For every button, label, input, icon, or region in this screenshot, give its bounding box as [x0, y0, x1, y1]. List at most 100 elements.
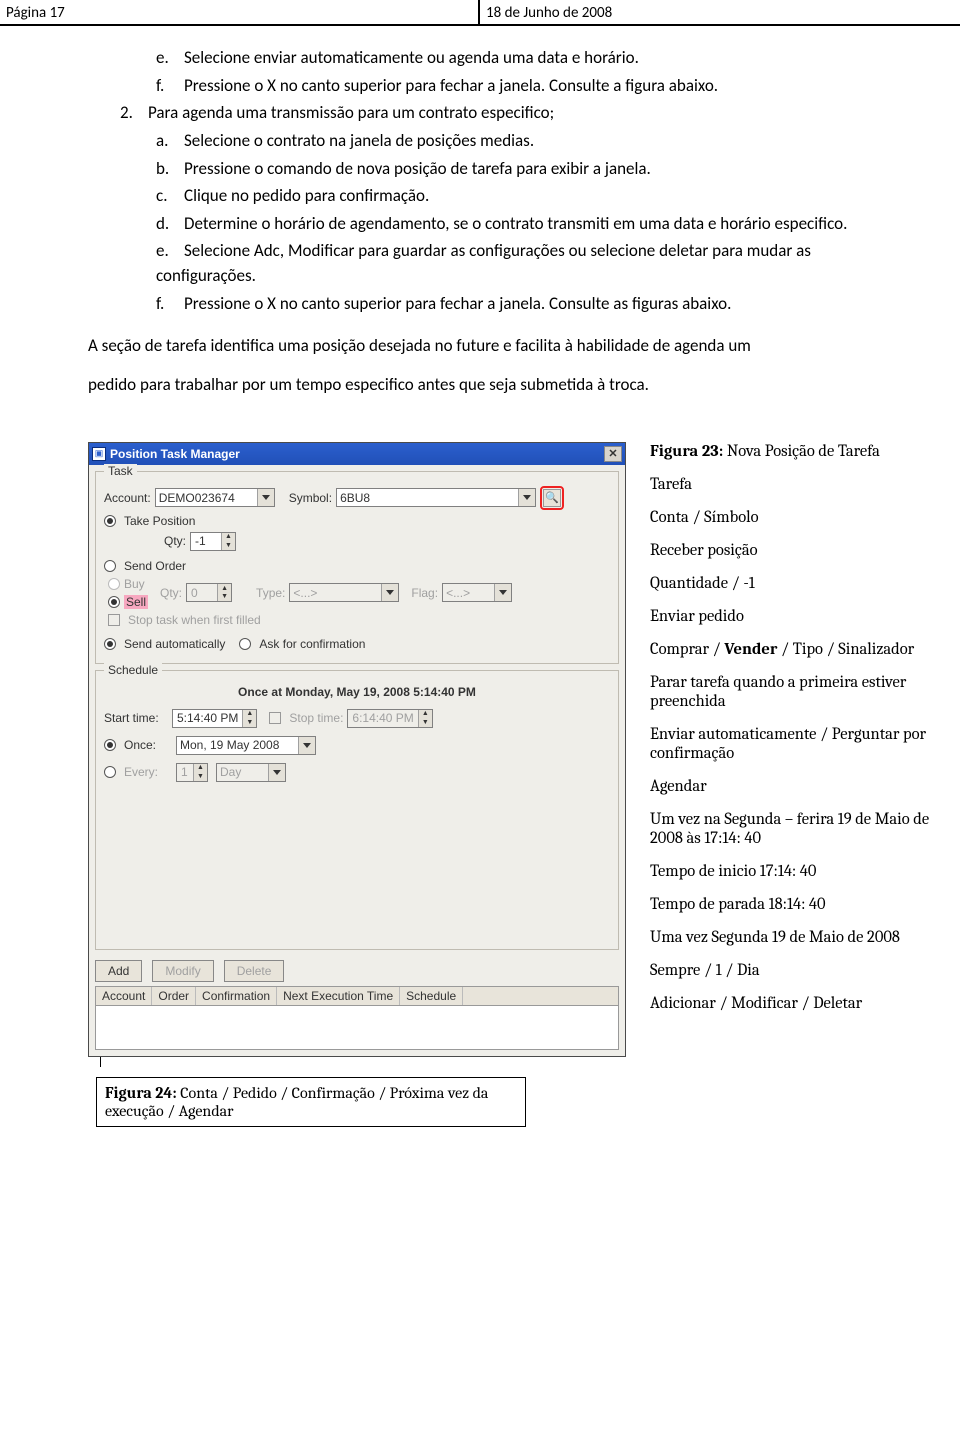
every-radio[interactable]	[104, 766, 116, 778]
list-item: c.Clique no pedido para confirmação.	[156, 184, 872, 209]
send-order-label: Send Order	[124, 559, 186, 573]
account-value: DEMO023674	[159, 491, 235, 505]
delete-button[interactable]: Delete	[224, 960, 285, 982]
start-time-value: 5:14:40 PM	[173, 710, 242, 727]
type-value: <...>	[293, 586, 317, 600]
list-item: f.Pressione o X no canto superior para f…	[156, 292, 872, 317]
once-label: Once:	[124, 738, 172, 752]
start-time-stepper[interactable]: 5:14:40 PM▲▼	[172, 709, 257, 728]
fig23-label: Figura 23:	[650, 442, 723, 461]
titlebar[interactable]: ▣ Position Task Manager ✕	[89, 443, 625, 465]
col-account[interactable]: Account	[96, 987, 152, 1005]
list-text: Selecione Adc, Modificar para guardar as…	[156, 240, 811, 286]
legend-item: Um vez na Segunda – ferira 19 de Maio de…	[650, 810, 940, 848]
list-text: Pressione o X no canto superior para fec…	[184, 293, 731, 314]
legend-item: Sempre / 1 / Dia	[650, 961, 940, 980]
figure-24-caption: Figura 24: Conta / Pedido / Confirmação …	[96, 1077, 526, 1127]
window-title: Position Task Manager	[110, 447, 604, 461]
once-value: Mon, 19 May 2008	[180, 738, 279, 752]
grid-body[interactable]	[95, 1006, 619, 1050]
col-order[interactable]: Order	[152, 987, 196, 1005]
legend-item: Enviar pedido	[650, 607, 940, 626]
qty2-value: 0	[187, 584, 217, 601]
once-radio[interactable]	[104, 739, 116, 751]
flag-combo[interactable]: <...>	[442, 583, 512, 602]
send-auto-radio[interactable]	[104, 638, 116, 650]
ask-conf-radio[interactable]	[239, 638, 251, 650]
every-unit-value: Day	[220, 765, 241, 779]
col-confirmation[interactable]: Confirmation	[196, 987, 277, 1005]
search-icon[interactable]: 🔍	[543, 489, 561, 507]
qty2-label: Qty:	[160, 586, 182, 600]
list-item: b.Pressione o comando de nova posição de…	[156, 157, 872, 182]
list-text: Para agenda uma transmissão para um cont…	[148, 102, 554, 123]
send-auto-label: Send automatically	[124, 637, 225, 651]
stop-time-checkbox[interactable]	[269, 712, 281, 724]
qty-stepper[interactable]: -1▲▼	[190, 532, 236, 551]
list-text: Determine o horário de agendamento, se o…	[184, 213, 847, 234]
schedule-fieldset: Schedule Once at Monday, May 19, 2008 5:…	[95, 670, 619, 950]
stop-time-value: 6:14:40 PM	[348, 710, 417, 727]
send-order-radio[interactable]	[104, 560, 116, 572]
legend-bold: Vender	[724, 640, 777, 659]
account-label: Account:	[104, 491, 151, 505]
stop-task-checkbox[interactable]	[108, 614, 120, 626]
list-text: Selecione enviar automaticamente ou agen…	[184, 47, 639, 68]
symbol-combo[interactable]: 6BU8	[336, 488, 536, 507]
stop-task-label: Stop task when first filled	[128, 613, 261, 627]
fig24-label: Figura 24:	[105, 1084, 177, 1102]
list-text: Pressione o comando de nova posição de t…	[184, 158, 651, 179]
document-body: e.Selecione enviar automaticamente ou ag…	[0, 26, 960, 418]
buy-radio[interactable]	[108, 578, 120, 590]
dialog-window: ▣ Position Task Manager ✕ Task Account: …	[88, 442, 626, 1057]
list-text: Selecione o contrato na janela de posiçõ…	[184, 130, 534, 151]
take-position-label: Take Position	[124, 514, 195, 528]
qty-value: -1	[191, 533, 221, 550]
symbol-label: Symbol:	[289, 491, 332, 505]
stop-time-stepper[interactable]: 6:14:40 PM▲▼	[347, 709, 432, 728]
col-next-exec[interactable]: Next Execution Time	[277, 987, 400, 1005]
qty2-stepper[interactable]: 0▲▼	[186, 583, 232, 602]
type-combo[interactable]: <...>	[289, 583, 399, 602]
list-item: f.Pressione o X no canto superior para f…	[156, 74, 872, 99]
col-schedule[interactable]: Schedule	[400, 987, 463, 1005]
modify-button[interactable]: Modify	[152, 960, 213, 982]
list-text: Pressione o X no canto superior para fec…	[184, 75, 718, 96]
every-label: Every:	[124, 765, 172, 779]
highlight-annotation: 🔍	[540, 486, 564, 510]
page-date: 18 de Junho de 2008	[480, 0, 960, 24]
list-item: e.Selecione Adc, Modificar para guardar …	[156, 239, 872, 288]
legend-item: Tarefa	[650, 475, 940, 494]
sell-radio[interactable]	[108, 596, 120, 608]
take-position-radio[interactable]	[104, 515, 116, 527]
start-time-label: Start time:	[104, 711, 168, 725]
legend-item: Agendar	[650, 777, 940, 796]
sell-label: Sell	[124, 595, 148, 609]
qty-label: Qty:	[164, 534, 186, 548]
list-item: e.Selecione enviar automaticamente ou ag…	[156, 46, 872, 71]
legend-item: Uma vez Segunda 19 de Maio de 2008	[650, 928, 940, 947]
add-button[interactable]: Add	[95, 960, 142, 982]
page-number: Página 17	[0, 0, 480, 24]
every-unit-combo[interactable]: Day	[216, 763, 286, 782]
schedule-legend: Schedule	[104, 663, 162, 677]
close-icon[interactable]: ✕	[604, 446, 622, 462]
caption-connector	[100, 1057, 626, 1067]
list-item: a.Selecione o contrato na janela de posi…	[156, 129, 872, 154]
once-date-combo[interactable]: Mon, 19 May 2008	[176, 736, 316, 755]
fig23-text: Nova Posição de Tarefa	[723, 442, 880, 461]
stop-time-label: Stop time:	[289, 711, 343, 725]
account-combo[interactable]: DEMO023674	[155, 488, 275, 507]
legend-item: Comprar / Vender / Tipo / Sinalizador	[650, 640, 940, 659]
legend-column: Figura 23: Nova Posição de Tarefa Tarefa…	[650, 442, 940, 1027]
schedule-title: Once at Monday, May 19, 2008 5:14:40 PM	[104, 685, 610, 699]
legend-item: Adicionar / Modificar / Deletar	[650, 994, 940, 1013]
legend-item: Receber posição	[650, 541, 940, 560]
page-header: Página 17 18 de Junho de 2008	[0, 0, 960, 26]
every-n-stepper[interactable]: 1▲▼	[176, 763, 208, 782]
legend-item: Conta / Símbolo	[650, 508, 940, 527]
flag-value: <...>	[446, 586, 470, 600]
symbol-value: 6BU8	[340, 491, 370, 505]
legend-item: Tempo de inicio 17:14: 40	[650, 862, 940, 881]
legend-item: Parar tarefa quando a primeira estiver p…	[650, 673, 940, 711]
